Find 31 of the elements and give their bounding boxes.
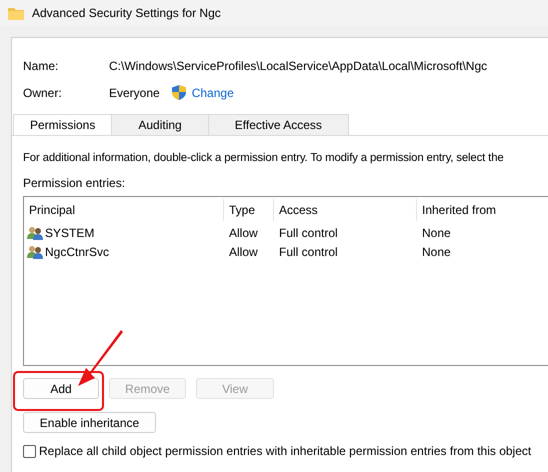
owner-label: Owner: (23, 86, 63, 100)
column-header[interactable]: Inherited from (417, 199, 548, 221)
enable-inheritance-button[interactable]: Enable inheritance (23, 412, 156, 433)
tab[interactable]: Auditing (111, 114, 209, 135)
owner-value: Everyone (109, 86, 160, 100)
table-cell: NgcCtnrSvc (45, 244, 110, 258)
table-cell-text: Full control (278, 244, 339, 258)
path-value: C:\Windows\ServiceProfiles\LocalService\AppData\Local\Microsoft\Ngc (109, 58, 488, 72)
column-header[interactable]: Principal (24, 199, 224, 221)
users-icon (27, 226, 43, 240)
table-cell-text: None (421, 244, 452, 258)
checkbox[interactable] (23, 444, 36, 458)
table-cell: SYSTEM (45, 226, 94, 240)
tab[interactable]: Permissions (13, 114, 112, 135)
tab[interactable]: Effective Access (208, 114, 349, 135)
table-cell-text: Full control (278, 226, 339, 240)
entries-label: Permission entries: (23, 176, 126, 190)
shield-icon (172, 85, 186, 100)
checkbox-label: Replace all child object permission entries with inheritable permission entries from this object (39, 444, 532, 458)
info-text: For additional information, double-click a permission entry. To modify a permission entry, select the (23, 152, 505, 164)
column-header[interactable]: Type (224, 199, 274, 221)
name-label: Name: (23, 58, 60, 72)
users-icon (27, 244, 43, 258)
table-cell-text: None (421, 226, 452, 240)
folder-icon (8, 6, 24, 20)
window-title: Advanced Security Settings for Ngc (32, 6, 221, 20)
column-header[interactable]: Access (274, 199, 417, 221)
action-button[interactable]: Add (23, 378, 99, 399)
table-cell-text: Allow (228, 244, 259, 258)
table-cell-text: Allow (228, 226, 259, 240)
change-link[interactable]: Change (192, 86, 234, 100)
